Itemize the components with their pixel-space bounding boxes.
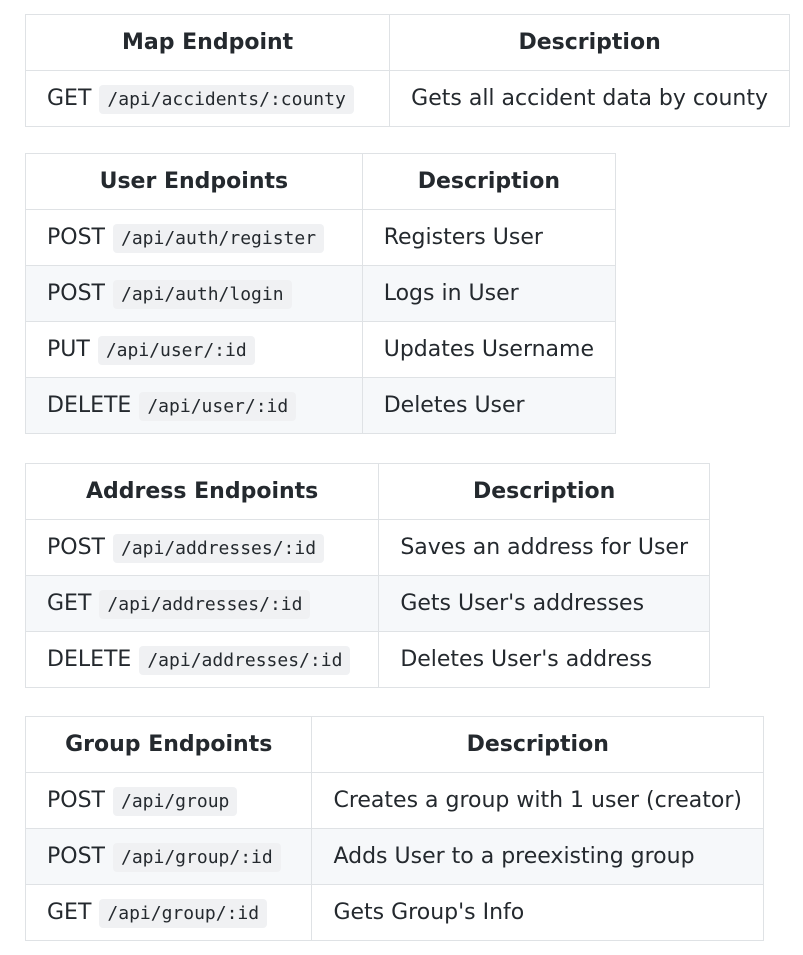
column-header-endpoint: User Endpoints	[25, 153, 363, 210]
table-row: PUT/api/user/:id Updates Username	[25, 321, 617, 378]
description-cell: Gets all accident data by county	[389, 70, 790, 127]
http-method: POST	[47, 844, 105, 869]
http-method: GET	[47, 900, 92, 925]
http-method: DELETE	[47, 647, 132, 672]
table-row: POST/api/group/:id Adds User to a preexi…	[24, 828, 764, 885]
endpoint-path: /api/group/:id	[113, 843, 281, 872]
table-header-row: User Endpoints Description	[25, 153, 617, 210]
endpoint-cell: GET/api/group/:id	[24, 884, 313, 941]
description-cell: Deletes User's address	[378, 631, 710, 688]
http-method: DELETE	[47, 393, 132, 418]
table-row: POST/api/addresses/:id Saves an address …	[24, 519, 710, 576]
address-endpoints-table: Address Endpoints Description POST/api/a…	[24, 463, 710, 688]
http-method: POST	[47, 788, 105, 813]
column-header-description: Description	[361, 153, 617, 210]
http-method: POST	[47, 535, 105, 560]
table-row: DELETE/api/user/:id Deletes User	[25, 377, 617, 434]
description-cell: Gets User's addresses	[378, 575, 710, 632]
table-row: GET/api/addresses/:id Gets User's addres…	[24, 575, 710, 632]
column-header-endpoint: Map Endpoint	[24, 14, 391, 71]
endpoint-cell: GET/api/accidents/:county	[24, 70, 391, 127]
description-cell: Gets Group's Info	[311, 884, 764, 941]
column-header-endpoint: Group Endpoints	[24, 716, 313, 773]
http-method: POST	[47, 225, 105, 250]
description-cell: Logs in User	[361, 265, 617, 322]
description-cell: Creates a group with 1 user (creator)	[311, 772, 764, 829]
endpoint-path: /api/addresses/:id	[139, 646, 351, 675]
endpoint-path: /api/accidents/:county	[99, 85, 354, 114]
endpoint-path: /api/group/:id	[99, 899, 268, 928]
description-cell: Deletes User	[361, 377, 617, 434]
endpoint-path: /api/auth/register	[113, 224, 325, 253]
table-row: POST/api/group Creates a group with 1 us…	[24, 772, 764, 829]
http-method: PUT	[47, 337, 90, 362]
endpoint-cell: GET/api/addresses/:id	[24, 575, 380, 632]
table-row: GET/api/group/:id Gets Group's Info	[24, 884, 764, 941]
table-row: POST/api/auth/register Registers User	[25, 209, 617, 266]
endpoint-path: /api/addresses/:id	[113, 534, 325, 563]
column-header-description: Description	[378, 463, 710, 520]
endpoint-path: /api/user/:id	[139, 392, 297, 421]
column-header-description: Description	[389, 14, 790, 71]
user-endpoints-table: User Endpoints Description POST/api/auth…	[25, 153, 617, 434]
http-method: GET	[47, 86, 92, 111]
table-header-row: Map Endpoint Description	[24, 14, 790, 71]
table-row: DELETE/api/addresses/:id Deletes User's …	[24, 631, 710, 688]
description-cell: Updates Username	[361, 321, 617, 378]
endpoint-cell: POST/api/auth/login	[25, 265, 363, 322]
endpoint-path: /api/user/:id	[97, 336, 255, 365]
endpoint-cell: POST/api/group/:id	[24, 828, 313, 885]
table-header-row: Group Endpoints Description	[24, 716, 764, 773]
http-method: POST	[47, 281, 105, 306]
table-row: GET/api/accidents/:county Gets all accid…	[24, 70, 790, 127]
table-row: POST/api/auth/login Logs in User	[25, 265, 617, 322]
endpoint-cell: POST/api/group	[24, 772, 313, 829]
endpoint-path: /api/auth/login	[113, 280, 292, 309]
table-header-row: Address Endpoints Description	[24, 463, 710, 520]
endpoint-cell: DELETE/api/addresses/:id	[24, 631, 380, 688]
map-endpoints-table: Map Endpoint Description GET/api/acciden…	[24, 14, 790, 127]
description-cell: Adds User to a preexisting group	[311, 828, 764, 885]
group-endpoints-table: Group Endpoints Description POST/api/gro…	[24, 716, 764, 941]
description-cell: Saves an address for User	[378, 519, 710, 576]
endpoint-cell: DELETE/api/user/:id	[25, 377, 363, 434]
endpoint-cell: PUT/api/user/:id	[25, 321, 363, 378]
column-header-description: Description	[311, 716, 764, 773]
description-cell: Registers User	[361, 209, 617, 266]
http-method: GET	[47, 591, 92, 616]
endpoint-cell: POST/api/addresses/:id	[24, 519, 380, 576]
endpoint-path: /api/addresses/:id	[99, 590, 311, 619]
column-header-endpoint: Address Endpoints	[24, 463, 380, 520]
endpoint-cell: POST/api/auth/register	[25, 209, 363, 266]
endpoint-path: /api/group	[113, 787, 238, 816]
